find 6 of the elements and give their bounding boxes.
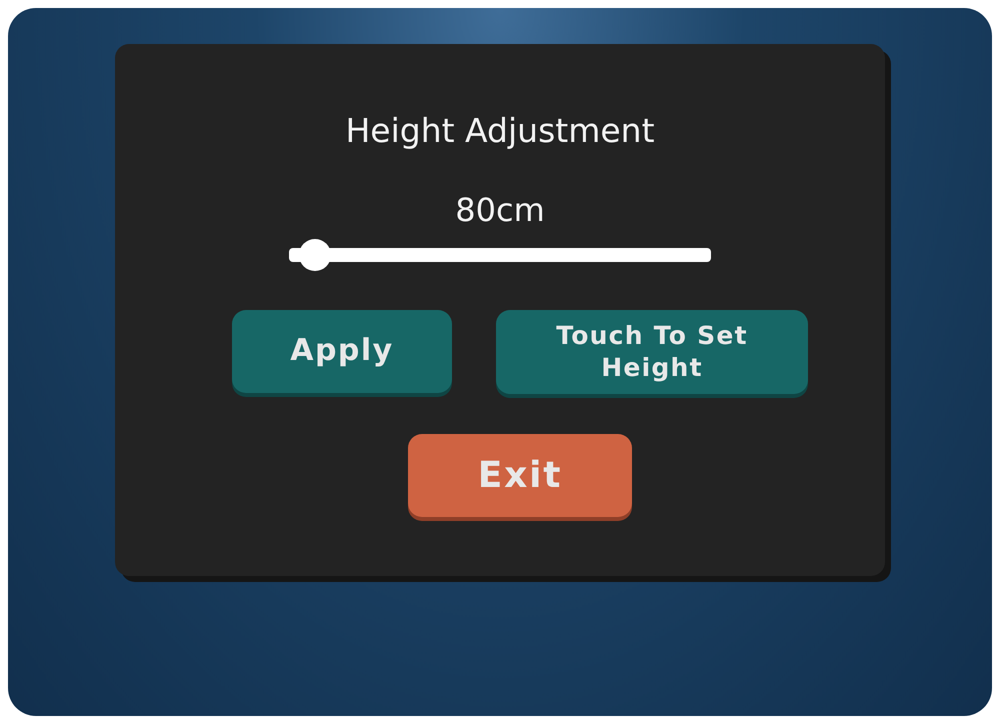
panel-title: Height Adjustment — [345, 110, 655, 152]
height-slider[interactable] — [289, 238, 711, 272]
exit-button[interactable]: Exit — [408, 434, 632, 516]
slider-reading: 80cm — [455, 190, 545, 230]
action-button[interactable]: Touch To Set Height — [496, 310, 808, 394]
action-button[interactable]: Apply — [232, 310, 452, 392]
